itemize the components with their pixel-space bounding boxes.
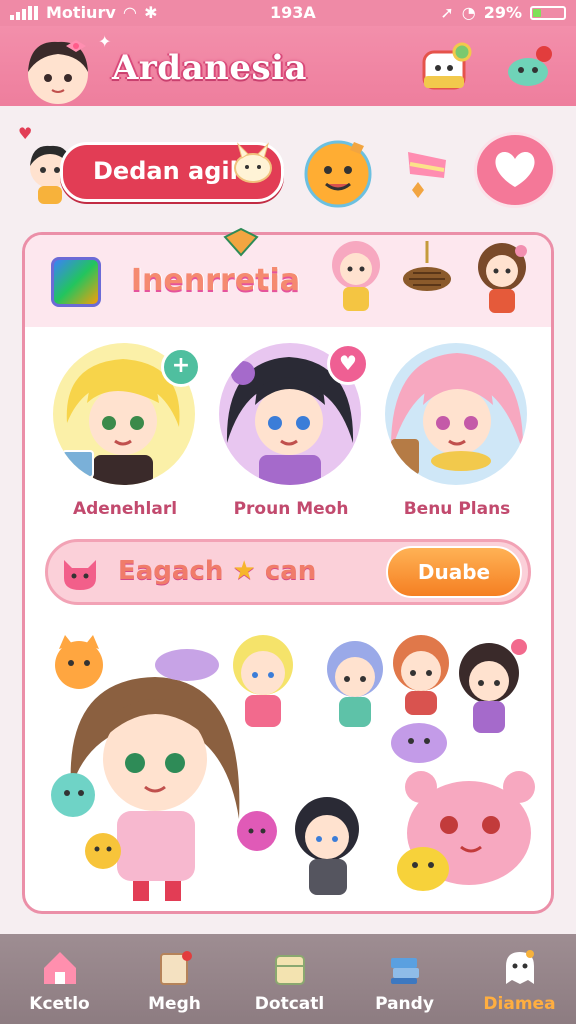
character-card-3[interactable] (385, 343, 527, 485)
search-bar[interactable]: Eagach ★ can Duabe (45, 539, 531, 605)
card-title: Inenrretia (131, 263, 301, 298)
ghost-icon (500, 948, 540, 988)
dark-hair-chibi-sticker (459, 639, 527, 733)
nav-item-book[interactable]: Megh (117, 934, 232, 1024)
location-icon: ➚ (440, 3, 454, 22)
app-header: ✦ Ardanesia (0, 26, 576, 106)
nav-item-box[interactable]: Dotcatl (232, 934, 347, 1024)
profile-avatar[interactable] (20, 34, 96, 110)
heart-badge-icon[interactable]: ♥ (327, 343, 369, 385)
search-text: Eagach ★ can (118, 556, 317, 586)
nav-label-books: Pandy (375, 994, 434, 1014)
nav-label-book: Megh (148, 994, 201, 1014)
cake-icon (404, 144, 450, 206)
nav-label-diamea: Diamea (483, 994, 556, 1014)
nav-item-books[interactable]: Pandy (347, 934, 462, 1024)
cat-sticker-icon (58, 550, 102, 596)
chick-sticker-small (85, 833, 121, 869)
promo-label: Dedan agih (93, 157, 247, 185)
add-badge-icon[interactable]: + (161, 347, 201, 387)
house-icon (40, 948, 80, 988)
nav-label-home: Kcetlo (29, 994, 90, 1014)
blonde-chibi-sticker (233, 635, 293, 727)
books-icon (385, 948, 425, 988)
pink-hair-chibi (325, 235, 387, 321)
chick-sticker-large (397, 847, 449, 891)
alarm-icon: ◔ (461, 3, 476, 22)
bluetooth-icon: ✱ (144, 3, 158, 22)
favorites-heart-button[interactable] (474, 132, 556, 208)
map-icon[interactable] (51, 257, 101, 307)
main-card: Inenrretia + Adenehlarl ♥ Proun Meoh Ben… (22, 227, 554, 914)
orange-cat-sticker (55, 635, 103, 689)
black-hair-chibi-sticker (295, 797, 359, 895)
nav-label-box: Dotcatl (254, 994, 325, 1014)
leaf-icon (223, 227, 259, 257)
teal-creature-sticker (51, 773, 95, 817)
heart-sticker-icon: ♥ (18, 124, 33, 143)
nav-item-home[interactable]: Kcetlo (2, 934, 117, 1024)
character-name-3: Benu Plans (403, 499, 511, 519)
bottom-nav: Kcetlo Megh Dotcatl Pandy Diamea (0, 934, 576, 1024)
carrier-name: Motiurv (46, 3, 116, 22)
book-icon (155, 948, 195, 988)
notification-icon[interactable] (504, 42, 556, 94)
brown-hair-chibi (469, 237, 535, 323)
gift-box-icon[interactable] (420, 42, 472, 94)
status-bar: Motiurv ◠ ✱ 193A ➚ ◔ 29% (0, 0, 576, 26)
blue-hair-chibi-sticker (327, 641, 383, 727)
sticker-collage (25, 619, 551, 909)
wifi-icon: ◠ (123, 3, 137, 22)
star-face-icon: ★ (232, 556, 256, 586)
orange-face-icon[interactable] (302, 136, 376, 208)
signal-icon (10, 5, 38, 20)
battery-icon (530, 5, 566, 20)
grill-icon (399, 239, 455, 303)
card-header: Inenrretia (25, 227, 551, 327)
status-time: 193A (270, 3, 316, 22)
orange-hair-chibi-sticker (393, 635, 449, 715)
pink-cat-sticker (237, 811, 277, 851)
purple-blob-sticker (391, 723, 447, 763)
nav-item-diamea[interactable]: Diamea (462, 934, 576, 1024)
sparkle-icon: ✦ (98, 32, 112, 51)
character-name-2: Proun Meoh (233, 499, 349, 519)
battery-percent: 29% (483, 3, 522, 22)
action-button[interactable]: Duabe (386, 546, 522, 598)
app-title: Ardanesia (112, 48, 308, 88)
bunny-icon (230, 140, 276, 186)
character-name-1: Adenehlarl (72, 499, 178, 519)
box-icon (270, 948, 310, 988)
